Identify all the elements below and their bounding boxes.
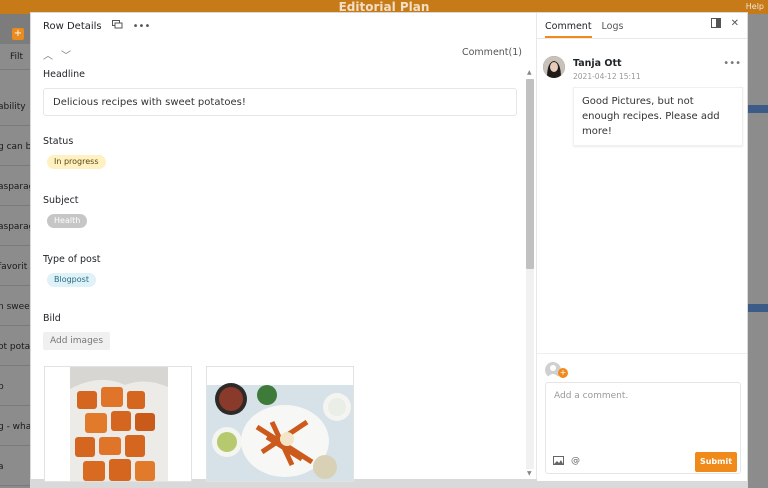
comment-compose: + Add a comment. @ Submit <box>537 353 747 481</box>
status-tag[interactable]: In progress <box>47 155 106 169</box>
table-row[interactable]: ability <box>0 88 30 126</box>
row-details-panel: Row Details ••• ︿ ﹀ Comment(1) Headline … <box>31 13 537 482</box>
modal-title: Row Details <box>43 20 102 32</box>
image-icon[interactable] <box>553 456 564 468</box>
image-thumbnail[interactable] <box>44 366 192 482</box>
row-navigation: ︿ ﹀ <box>43 47 71 62</box>
bg-marker <box>748 304 768 312</box>
tab-comment[interactable]: Comment <box>545 21 592 38</box>
comment-text: Good Pictures, but not enough recipes. P… <box>573 87 743 146</box>
subject-tag[interactable]: Health <box>47 214 88 228</box>
headline-label: Headline <box>43 69 85 80</box>
table-row[interactable]: g - wha <box>0 408 30 446</box>
type-of-post-label: Type of post <box>43 254 101 265</box>
detail-scrollbar[interactable]: ▲ ▼ <box>525 69 535 479</box>
status-label: Status <box>43 136 74 147</box>
mention-icon[interactable]: @ <box>571 456 580 466</box>
filter-label[interactable]: Filt <box>10 52 23 62</box>
add-images-button[interactable]: Add images <box>43 332 111 350</box>
row-details-modal: Row Details ••• ︿ ﹀ Comment(1) Headline … <box>30 12 748 482</box>
bg-marker <box>748 105 768 113</box>
close-icon[interactable]: ✕ <box>731 18 739 31</box>
copy-icon[interactable] <box>111 20 123 32</box>
background-right <box>748 14 768 488</box>
type-of-post-tag[interactable]: Blogpost <box>47 273 96 287</box>
submit-button[interactable]: Submit <box>695 452 737 472</box>
table-row[interactable]: ot potat <box>0 328 30 366</box>
add-participant-icon[interactable]: + <box>558 368 568 378</box>
add-icon[interactable]: + <box>12 28 24 40</box>
table-rows-bg: Filt ability g can b asparag asparag fav… <box>0 44 30 488</box>
table-row[interactable]: a <box>0 448 30 486</box>
table-row[interactable]: n sweet <box>0 288 30 326</box>
bild-label: Bild <box>43 313 61 324</box>
previous-row-icon[interactable]: ︿ <box>43 47 53 62</box>
more-icon[interactable]: ••• <box>133 21 151 32</box>
comment-count[interactable]: Comment(1) <box>462 47 522 58</box>
next-row-icon[interactable]: ﹀ <box>61 47 71 62</box>
toggle-panel-icon[interactable] <box>710 18 721 31</box>
comment-time: 2021-04-12 15:11 <box>573 72 641 81</box>
field-list: Headline Delicious recipes with sweet po… <box>43 69 517 350</box>
panel-actions: ✕ <box>710 18 739 31</box>
row-details-header: Row Details ••• <box>31 13 536 39</box>
table-row[interactable]: asparag <box>0 168 30 206</box>
table-row[interactable]: asparag <box>0 208 30 246</box>
headline-input[interactable]: Delicious recipes with sweet potatoes! <box>43 88 517 116</box>
subject-label: Subject <box>43 195 79 206</box>
scroll-down-icon[interactable]: ▼ <box>527 470 532 477</box>
table-row[interactable]: favorit <box>0 248 30 286</box>
image-thumbnail[interactable] <box>206 366 354 482</box>
avatar <box>543 56 565 78</box>
table-row[interactable]: b <box>0 368 30 406</box>
scroll-thumb[interactable] <box>526 79 534 269</box>
help-link[interactable]: Help <box>746 2 764 11</box>
scroll-up-icon[interactable]: ▲ <box>527 69 532 76</box>
comments-panel: Comment Logs ✕ Tanja Ott 2021-04-12 15:1… <box>537 13 747 481</box>
comment-author: Tanja Ott <box>573 58 622 69</box>
tab-logs[interactable]: Logs <box>602 21 624 38</box>
table-row[interactable]: g can b <box>0 128 30 166</box>
more-icon[interactable]: ••• <box>723 58 741 69</box>
